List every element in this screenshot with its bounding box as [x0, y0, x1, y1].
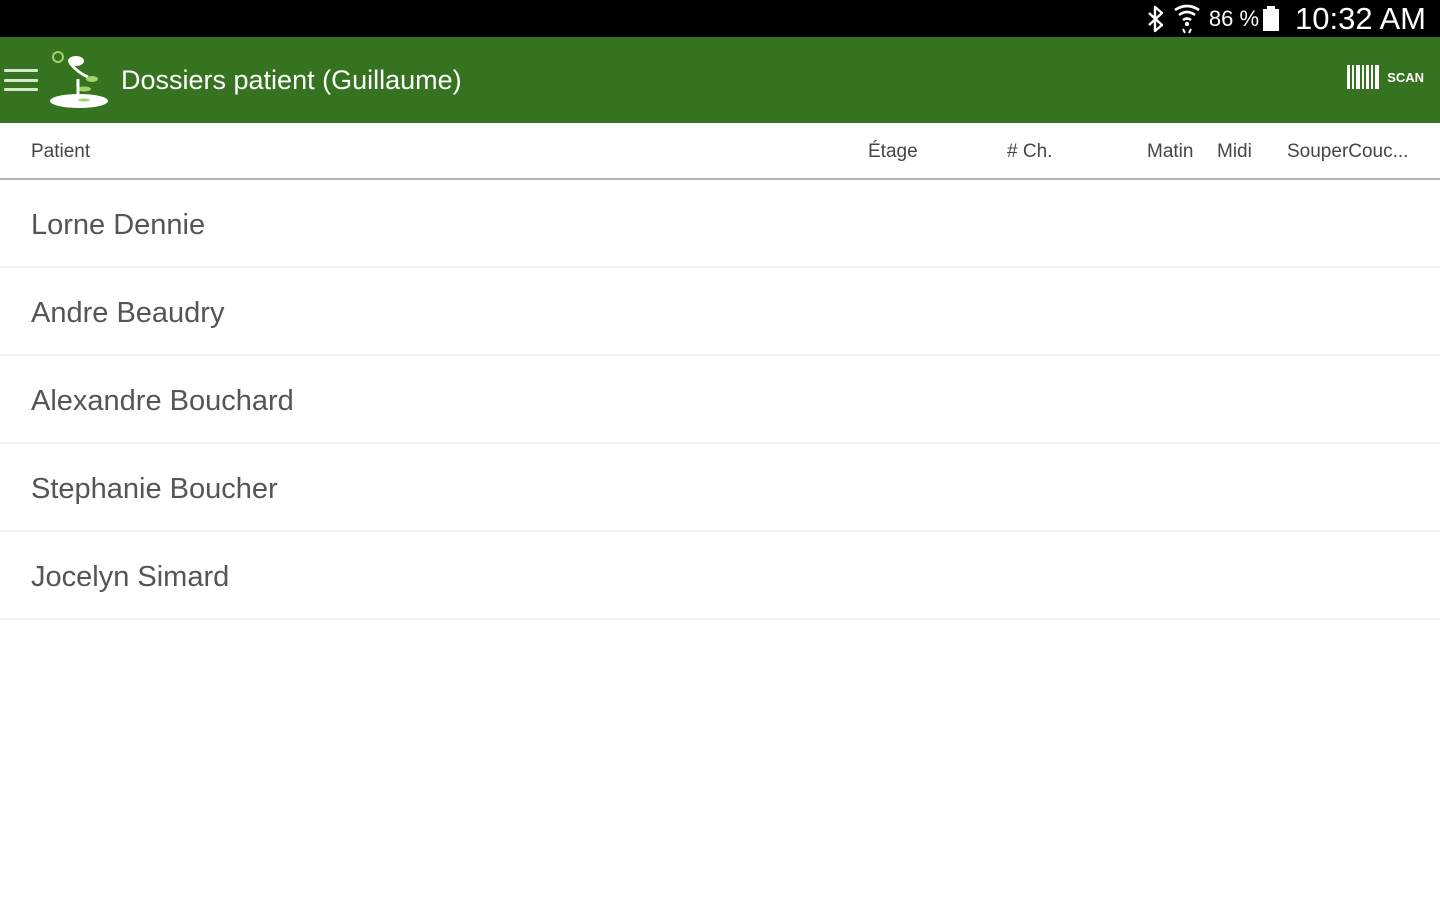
table-header: Patient Étage # Ch. Matin Midi SouperCou…: [0, 123, 1440, 180]
bluetooth-icon: [1147, 5, 1165, 33]
patient-name: Alexandre Bouchard: [31, 385, 294, 417]
status-bar: 86 % 10:32 AM: [0, 0, 1440, 37]
column-header-matin[interactable]: Matin: [1147, 123, 1193, 178]
page-title: Dossiers patient (Guillaume): [121, 64, 462, 95]
table-row[interactable]: Jocelyn Simard: [0, 532, 1440, 620]
clock: 10:32 AM: [1295, 0, 1426, 36]
patient-name: Andre Beaudry: [31, 297, 225, 329]
battery-icon: [1263, 5, 1280, 32]
patient-name: Stephanie Boucher: [31, 473, 278, 505]
table-row[interactable]: Andre Beaudry: [0, 268, 1440, 356]
table-row[interactable]: Stephanie Boucher: [0, 444, 1440, 532]
scan-label: SCAN: [1387, 69, 1424, 85]
scan-button[interactable]: SCAN: [1347, 65, 1424, 89]
patient-list: Lorne Dennie Andre Beaudry Alexandre Bou…: [0, 180, 1440, 620]
column-header-souper[interactable]: SouperCouc...: [1287, 123, 1408, 178]
patient-name: Lorne Dennie: [31, 209, 206, 241]
battery-percent: 86 %: [1208, 5, 1260, 31]
column-header-chambre[interactable]: # Ch.: [1007, 123, 1052, 178]
column-header-patient[interactable]: Patient: [31, 123, 90, 178]
column-header-midi[interactable]: Midi: [1217, 123, 1252, 178]
column-header-etage[interactable]: Étage: [868, 123, 918, 178]
wifi-icon: [1173, 3, 1201, 35]
table-row[interactable]: Alexandre Bouchard: [0, 356, 1440, 444]
table-row[interactable]: Lorne Dennie: [0, 180, 1440, 268]
menu-icon[interactable]: [4, 69, 38, 91]
app-bar: Dossiers patient (Guillaume) SCAN: [0, 37, 1440, 123]
app-logo-icon: [50, 51, 108, 108]
barcode-icon: [1347, 65, 1380, 89]
patient-name: Jocelyn Simard: [31, 561, 230, 593]
